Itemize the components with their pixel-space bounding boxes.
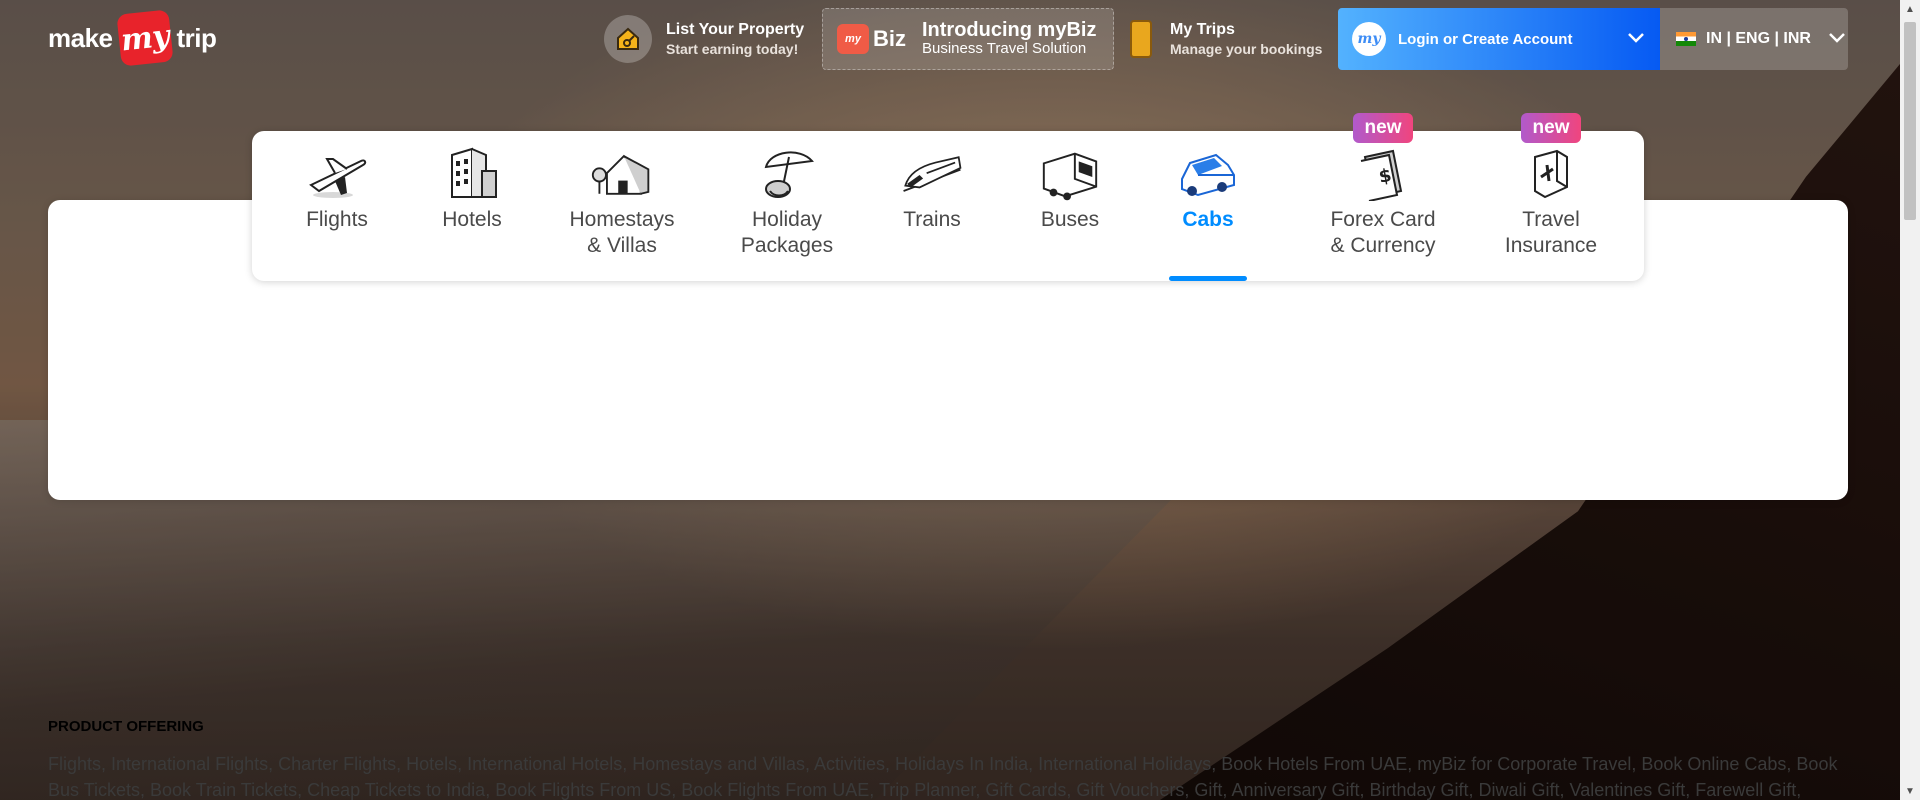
insurance-icon bbox=[1519, 145, 1583, 201]
product-offering-heading: PRODUCT OFFERING bbox=[48, 718, 204, 735]
my-trips-title: My Trips bbox=[1170, 21, 1235, 38]
new-badge: new bbox=[1353, 113, 1413, 143]
list-your-property-link[interactable]: List Your Property Start earning today! bbox=[604, 8, 814, 70]
list-property-title: List Your Property bbox=[666, 21, 805, 38]
plane-icon bbox=[305, 145, 369, 201]
nav-item-forex[interactable]: new $ Forex Card & Currency bbox=[1318, 113, 1448, 281]
my-trips-subtitle: Manage your bookings bbox=[1170, 41, 1323, 57]
product-nav: Flights Hotels Homestays & Villas Holida… bbox=[252, 113, 1644, 281]
product-offering-section: PRODUCT OFFERING Flights, International … bbox=[48, 718, 1848, 800]
mybiz-subtitle: Business Travel Solution bbox=[922, 40, 1087, 57]
nav-label: Forex Card & Currency bbox=[1330, 208, 1436, 257]
locale-selector[interactable]: IN | ENG | INR bbox=[1660, 8, 1848, 70]
chevron-down-icon bbox=[1829, 30, 1845, 48]
top-header: make my trip List Your Property Start ea… bbox=[0, 0, 1920, 80]
nav-item-trains[interactable]: Trains bbox=[882, 131, 982, 281]
locale-label: IN | ENG | INR bbox=[1706, 30, 1811, 47]
makemytrip-logo[interactable]: make my trip bbox=[48, 9, 217, 67]
house-icon bbox=[590, 145, 654, 201]
logo-text-trip: trip bbox=[176, 22, 217, 53]
nav-label: Travel Insurance bbox=[1504, 208, 1598, 257]
nav-label: Trains bbox=[903, 208, 961, 231]
nav-label: Hotels bbox=[442, 208, 502, 231]
mybiz-icon: my Biz bbox=[837, 24, 906, 54]
product-offering-links[interactable]: Flights, International Flights, Charter … bbox=[48, 751, 1848, 800]
key-house-icon bbox=[604, 15, 652, 63]
cab-icon bbox=[1176, 145, 1240, 201]
nav-label: Holiday Packages bbox=[740, 208, 834, 257]
suitcase-icon bbox=[1130, 20, 1152, 58]
nav-item-buses[interactable]: Buses bbox=[1020, 131, 1120, 281]
page-scrollbar[interactable]: ▲ ▼ bbox=[1900, 0, 1920, 800]
mybiz-title: Introducing myBiz bbox=[922, 19, 1097, 41]
login-label: Login or Create Account bbox=[1398, 30, 1573, 48]
nav-item-holiday-packages[interactable]: Holiday Packages bbox=[722, 131, 852, 281]
nav-item-cabs[interactable]: Cabs bbox=[1158, 131, 1258, 281]
mmt-badge-icon: my bbox=[1352, 22, 1386, 56]
scrollbar-thumb[interactable] bbox=[1904, 22, 1916, 220]
active-tab-indicator bbox=[1169, 276, 1247, 281]
forex-card-icon: $ bbox=[1351, 145, 1415, 201]
nav-label: Cabs bbox=[1182, 208, 1234, 231]
scroll-down-icon[interactable]: ▼ bbox=[1900, 782, 1920, 800]
chevron-down-icon bbox=[1628, 30, 1644, 48]
mybiz-banner[interactable]: my Biz Introducing myBiz Business Travel… bbox=[822, 8, 1114, 70]
nav-label: Flights bbox=[306, 208, 368, 231]
nav-item-insurance[interactable]: new Travel Insurance bbox=[1486, 113, 1616, 281]
hotel-icon bbox=[440, 145, 504, 201]
nav-label: Homestays & Villas bbox=[569, 208, 675, 257]
logo-text-my: my bbox=[115, 9, 174, 67]
bus-icon bbox=[1038, 145, 1102, 201]
umbrella-icon bbox=[755, 145, 819, 201]
nav-item-hotels[interactable]: Hotels bbox=[422, 131, 522, 281]
list-property-subtitle: Start earning today! bbox=[666, 41, 799, 57]
login-button[interactable]: my Login or Create Account bbox=[1338, 8, 1660, 70]
new-badge: new bbox=[1521, 113, 1581, 143]
my-trips-link[interactable]: My Trips Manage your bookings bbox=[1130, 8, 1330, 70]
train-icon bbox=[900, 145, 964, 201]
nav-label: Buses bbox=[1040, 208, 1100, 231]
nav-item-homestays[interactable]: Homestays & Villas bbox=[552, 131, 692, 281]
nav-item-flights[interactable]: Flights bbox=[272, 131, 402, 281]
logo-text-make: make bbox=[48, 22, 113, 53]
scroll-up-icon[interactable]: ▲ bbox=[1900, 0, 1920, 18]
india-flag-icon bbox=[1676, 32, 1696, 46]
